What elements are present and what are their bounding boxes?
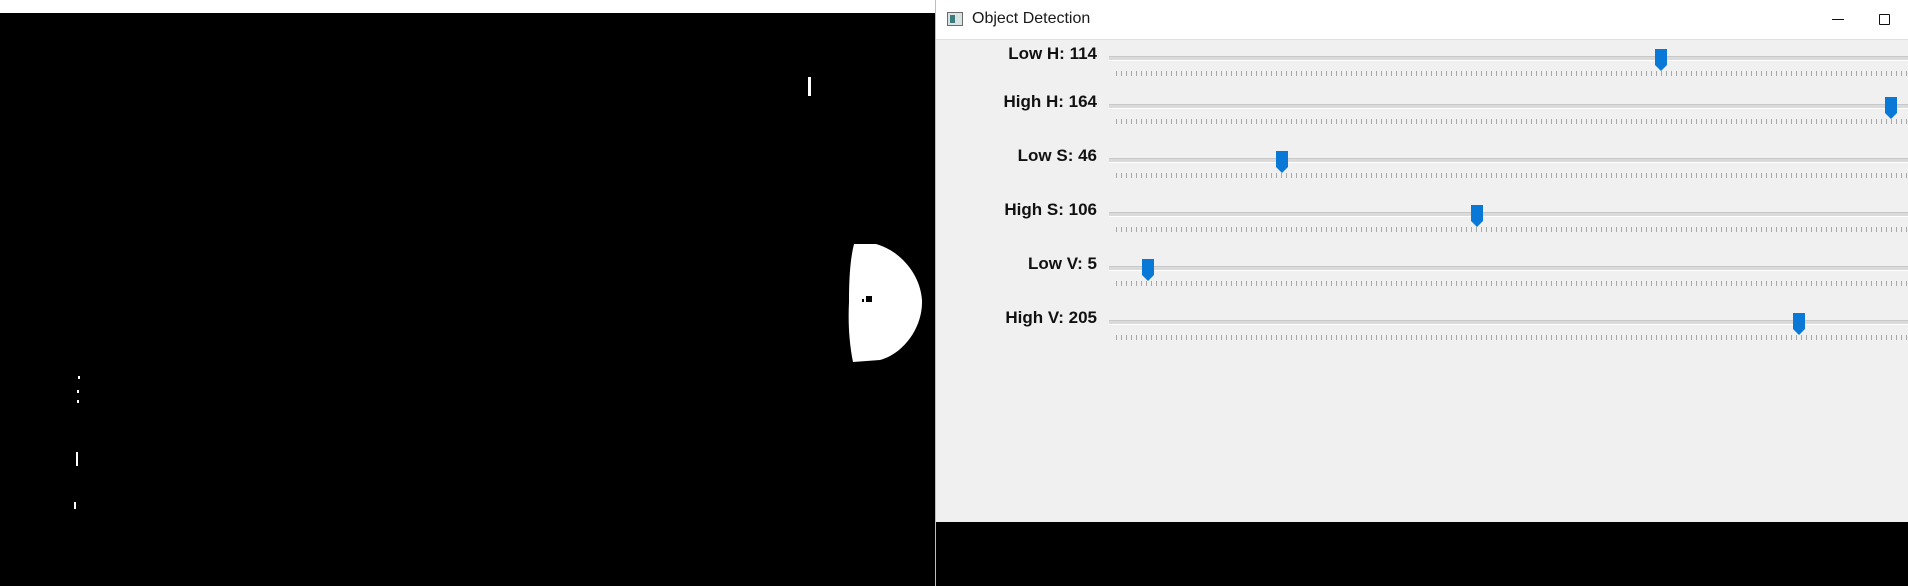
trackbar-row-low-s: Low S: 46 — [936, 144, 1908, 194]
trackbar-label: Low V: 5 — [1028, 254, 1097, 273]
trackbar-row-low-v: Low V: 5 — [936, 252, 1908, 302]
trackbar-thumb[interactable] — [1275, 150, 1289, 174]
window-title: Object Detection — [972, 10, 1091, 27]
opencv-window-icon — [947, 12, 963, 26]
trackbar-row-low-h: Low H: 114 — [936, 42, 1908, 92]
trackbar-row-high-s: High S: 106 — [936, 198, 1908, 248]
trackbar-thumb[interactable] — [1654, 48, 1668, 72]
minimize-icon — [1832, 19, 1844, 20]
trackbar-label: High V: 205 — [1005, 308, 1097, 327]
mask-speck — [78, 376, 80, 379]
trackbar-groove[interactable] — [1109, 320, 1908, 325]
trackbar-panel: Low H: 114 High H: 164 Low S: 46 High S:… — [936, 40, 1908, 522]
trackbar-label: High H: 164 — [1003, 92, 1097, 111]
trackbar-ticks — [1116, 71, 1908, 76]
trackbar-row-high-h: High H: 164 — [936, 90, 1908, 140]
trackbar-groove[interactable] — [1109, 104, 1908, 109]
trackbar-ticks — [1116, 119, 1908, 124]
trackbar-label: High S: 106 — [1004, 200, 1097, 219]
trackbar-label: Low S: 46 — [1017, 146, 1097, 165]
trackbar-row-high-v: High V: 205 — [936, 306, 1908, 356]
mask-view — [0, 0, 935, 586]
mask-speck — [74, 502, 76, 509]
title-bar[interactable]: Object Detection — [936, 0, 1908, 40]
trackbar-ticks — [1116, 335, 1908, 340]
trackbar-groove[interactable] — [1109, 56, 1908, 61]
trackbar-thumb[interactable] — [1141, 258, 1155, 282]
trackbar-ticks — [1116, 173, 1908, 178]
trackbar-groove[interactable] — [1109, 158, 1908, 163]
mask-speck — [76, 452, 78, 466]
trackbar-ticks — [1116, 227, 1908, 232]
trackbar-window: Object Detection Low H: 114 High H: 164 … — [935, 0, 1908, 586]
mask-speck — [77, 400, 79, 403]
maximize-button[interactable] — [1861, 0, 1907, 39]
video-preview-area — [936, 522, 1908, 586]
maximize-icon — [1878, 14, 1890, 25]
trackbar-thumb[interactable] — [1792, 312, 1806, 336]
trackbar-thumb[interactable] — [1884, 96, 1898, 120]
trackbar-label: Low H: 114 — [1008, 44, 1097, 63]
mask-window-top-edge — [0, 0, 935, 13]
trackbar-thumb[interactable] — [1470, 204, 1484, 228]
detected-object-blob — [848, 244, 923, 362]
trackbar-ticks — [1116, 281, 1908, 286]
trackbar-groove[interactable] — [1109, 266, 1908, 271]
minimize-button[interactable] — [1815, 0, 1861, 39]
mask-speck — [808, 77, 811, 96]
trackbar-groove[interactable] — [1109, 212, 1908, 217]
mask-speck — [77, 390, 79, 393]
